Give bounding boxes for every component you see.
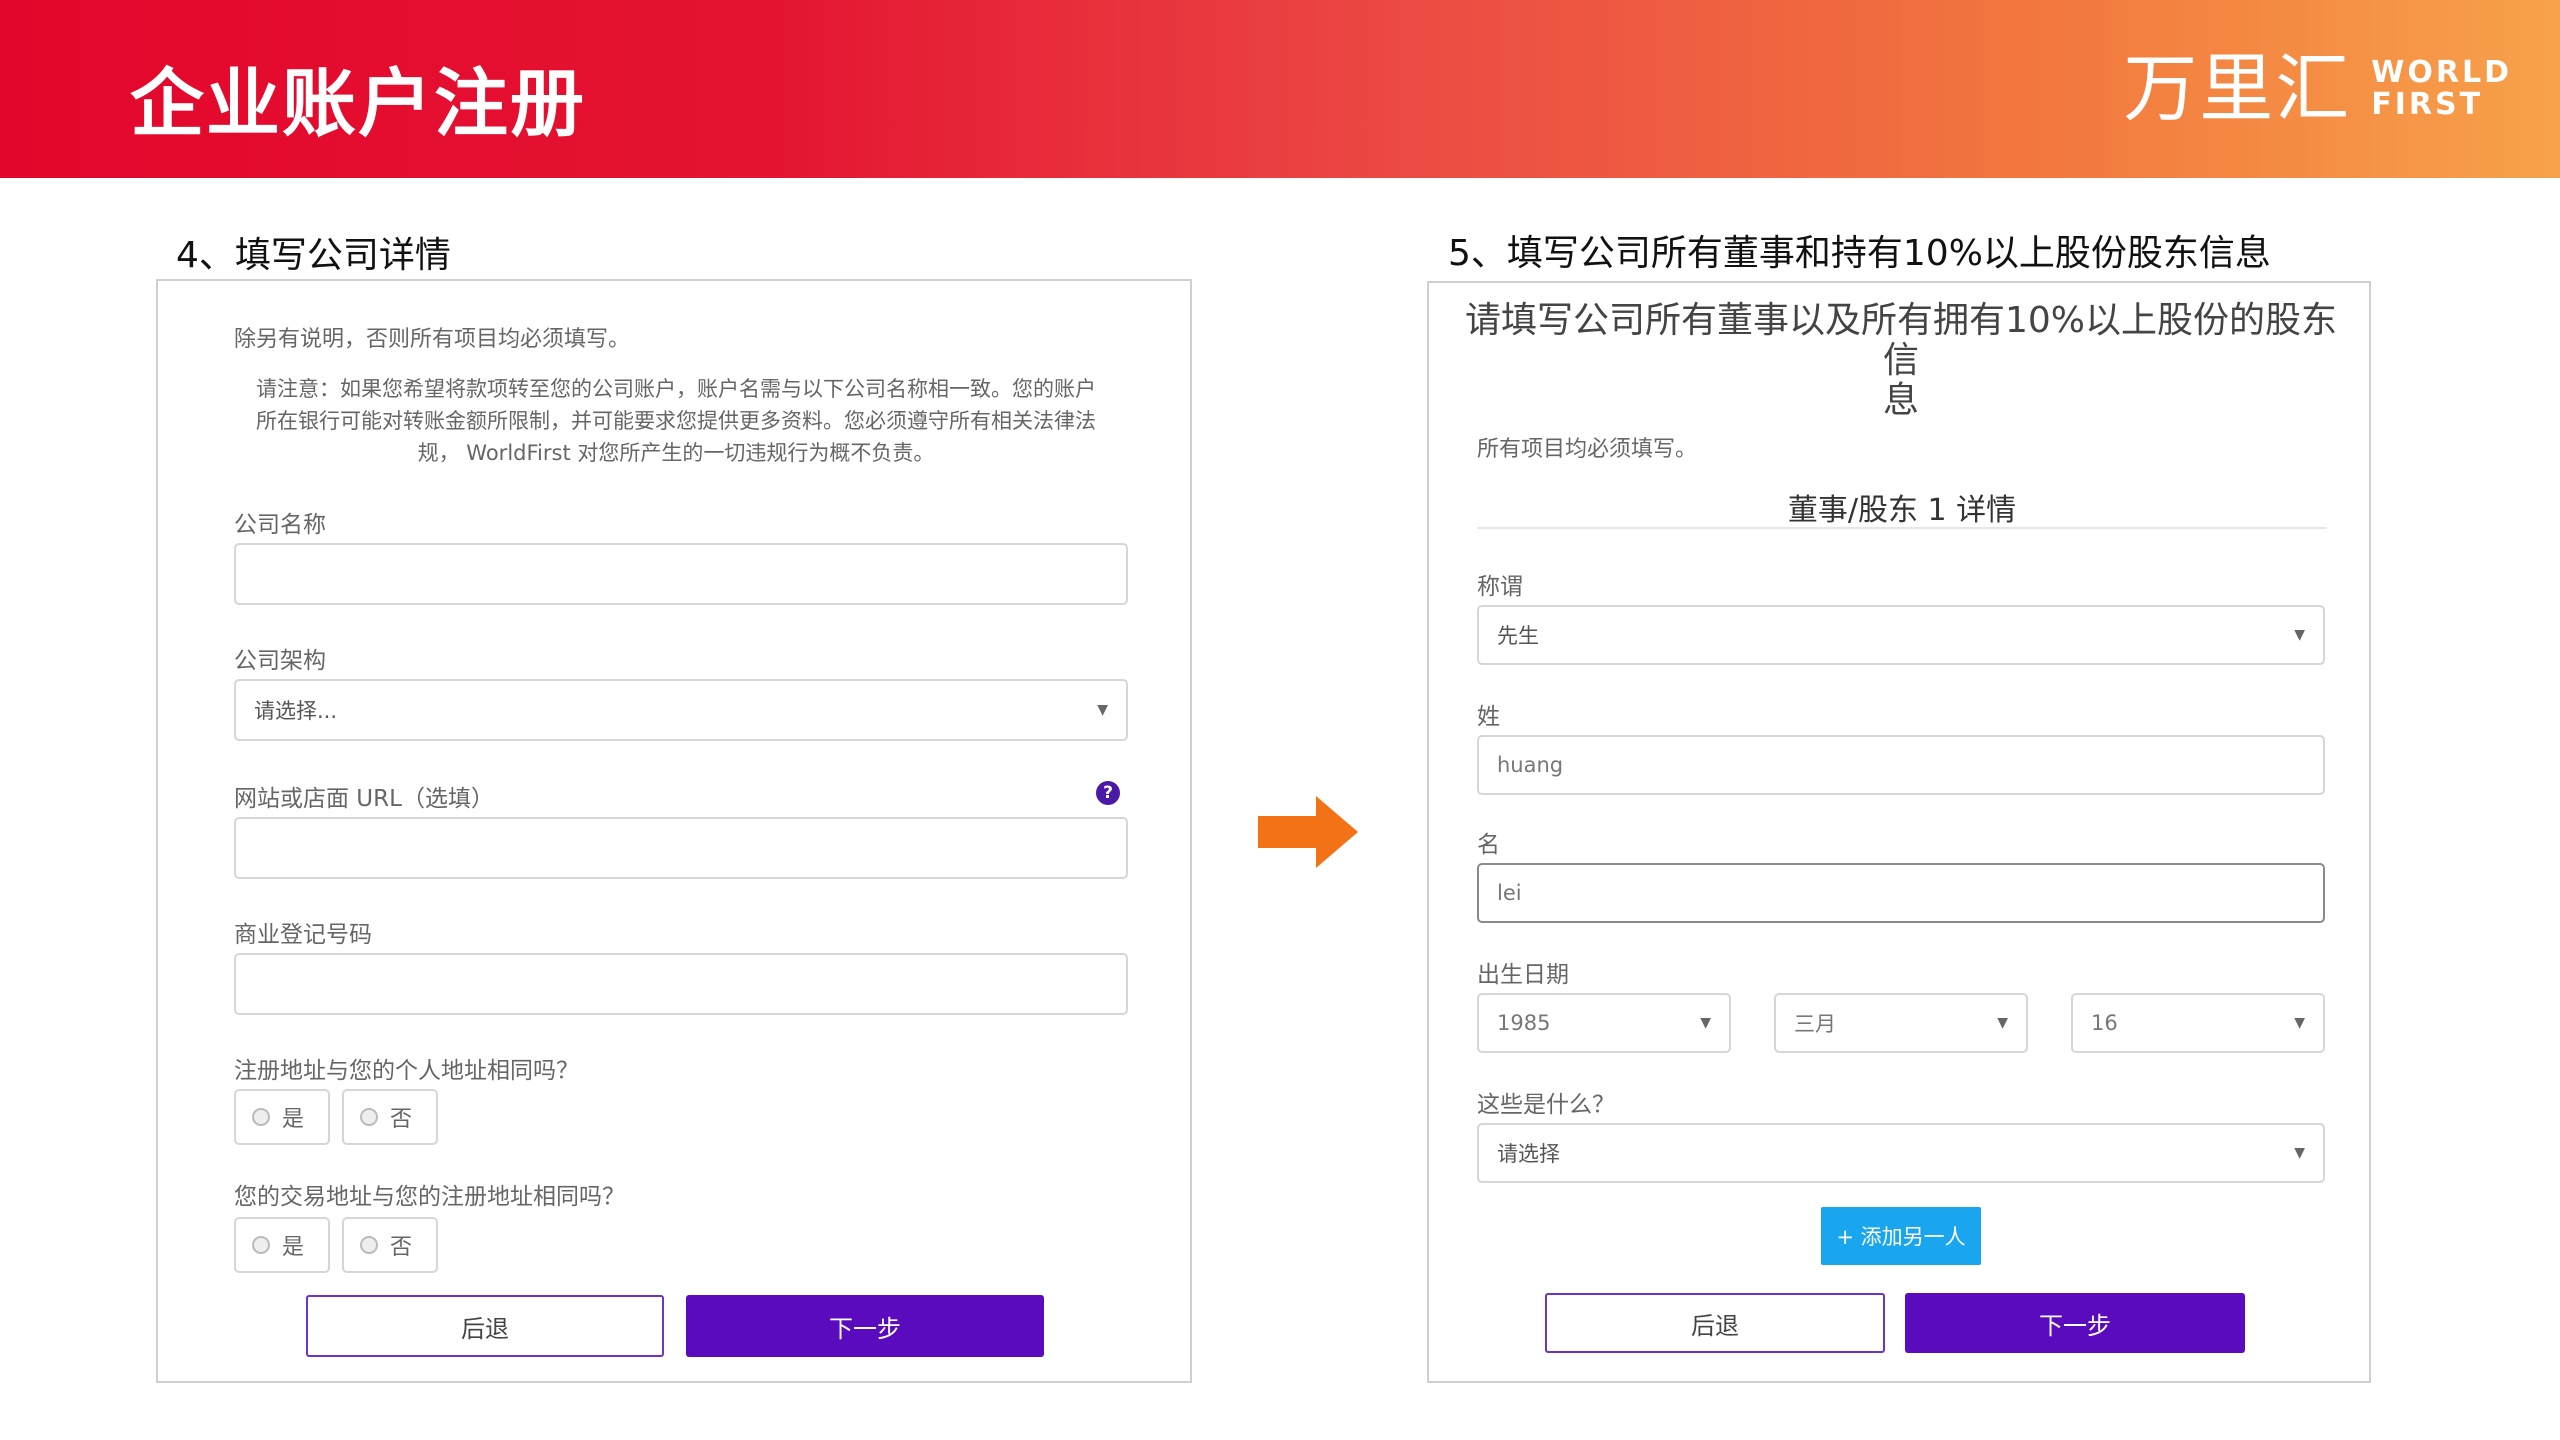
company-name-input[interactable] [234,543,1128,605]
dob-day-value: 16 [2091,1011,2118,1035]
right-arrow-icon [1258,796,1358,868]
salutation-select[interactable]: 先生 ▼ [1477,605,2325,665]
director-details-form: 请填写公司所有董事以及所有拥有10%以上股份的股东信 息 所有项目均必须填写。 … [1427,281,2371,1383]
required-note: 所有项目均必须填写。 [1477,437,1698,462]
registration-number-label: 商业登记号码 [234,922,372,948]
radio-circle-icon [252,1108,270,1126]
salutation-label: 称谓 [1477,574,1523,600]
radio-circle-icon [360,1236,378,1254]
dob-month-value: 三月 [1794,1012,1836,1036]
given-name-value: lei [1497,881,1522,905]
chevron-down-icon: ▼ [2294,1145,2305,1161]
company-structure-select[interactable]: 请选择... ▼ [234,679,1128,741]
trading-address-yes-radio[interactable]: 是 [234,1217,330,1273]
dob-month-select[interactable]: 三月 ▼ [1774,993,2028,1053]
logo-english-text: WORLD FIRST [2371,57,2512,121]
header-banner: 企业账户注册 万里汇 WORLD FIRST [0,0,2560,178]
worldfirst-logo: 万里汇 WORLD FIRST [2123,52,2512,126]
company-structure-label: 公司架构 [234,648,326,674]
same-address-yes-radio[interactable]: 是 [234,1089,330,1145]
same-address-no-radio[interactable]: 否 [342,1089,438,1145]
section-title: 董事/股东 1 详情 [1787,493,2017,528]
back-button[interactable]: 后退 [306,1295,664,1357]
notice-line-2: 所在银行可能对转账金额所限制，并可能要求您提供更多资料。您必须遵守所有相关法律法 [256,409,1096,433]
given-name-input[interactable]: lei [1477,863,2325,923]
dob-day-select[interactable]: 16 ▼ [2071,993,2325,1053]
surname-input[interactable]: huang [1477,735,2325,795]
company-name-label: 公司名称 [234,512,326,538]
yes-label: 是 [282,1107,305,1132]
salutation-value: 先生 [1497,624,1539,648]
trading-address-no-radio[interactable]: 否 [342,1217,438,1273]
step5-heading: 5、填写公司所有董事和持有10%以上股份股东信息 [1448,233,2271,274]
chevron-down-icon: ▼ [1700,1015,1711,1031]
add-another-person-button[interactable]: + 添加另一人 [1821,1207,1981,1265]
trading-address-question: 您的交易地址与您的注册地址相同吗？ [234,1184,625,1210]
back-button[interactable]: 后退 [1545,1293,1885,1353]
same-address-question: 注册地址与您的个人地址相同吗？ [234,1058,579,1084]
no-label: 否 [390,1235,413,1260]
company-details-form: 除另有说明，否则所有项目均必须填写。 请注意：如果您希望将款项转至您的公司账户，… [156,279,1192,1383]
step4-heading: 4、填写公司详情 [176,235,451,276]
website-label: 网站或店面 URL（选填） [234,786,494,812]
registration-number-input[interactable] [234,953,1128,1015]
role-label: 这些是什么？ [1477,1092,1615,1118]
role-value: 请选择 [1497,1142,1560,1166]
next-button[interactable]: 下一步 [686,1295,1044,1357]
notice-line-1: 请注意：如果您希望将款项转至您的公司账户，账户名需与以下公司名称相一致。您的账户 [256,377,1096,401]
dob-label: 出生日期 [1477,962,1569,988]
chevron-down-icon: ▼ [1997,1015,2008,1031]
radio-circle-icon [252,1236,270,1254]
chevron-down-icon: ▼ [1097,702,1108,718]
no-label: 否 [390,1107,413,1132]
notice-text: 请注意：如果您希望将款项转至您的公司账户，账户名需与以下公司名称相一致。您的账户… [226,373,1126,469]
required-intro: 除另有说明，否则所有项目均必须填写。 [234,327,631,352]
logo-english-line1: WORLD [2371,55,2512,90]
form-title-line-1: 请填写公司所有董事以及所有拥有10%以上股份的股东信 [1464,300,2338,381]
surname-value: huang [1497,753,1564,777]
next-button[interactable]: 下一步 [1905,1293,2245,1353]
chevron-down-icon: ▼ [2294,627,2305,643]
chevron-down-icon: ▼ [2294,1015,2305,1031]
given-name-label: 名 [1477,832,1500,858]
notice-line-3: 规， WorldFirst 对您所产生的一切违规行为概不负责。 [417,441,935,465]
page-title: 企业账户注册 [130,61,586,147]
dob-year-select[interactable]: 1985 ▼ [1477,993,1731,1053]
website-url-input[interactable] [234,817,1128,879]
form-title: 请填写公司所有董事以及所有拥有10%以上股份的股东信 息 [1451,301,2351,421]
dob-year-value: 1985 [1497,1011,1551,1035]
logo-chinese-text: 万里汇 [2123,46,2352,132]
surname-label: 姓 [1477,704,1500,730]
section-divider [1477,527,2327,529]
question-circle-icon[interactable]: ? [1096,781,1120,805]
logo-english-line2: FIRST [2371,87,2484,122]
company-structure-value: 请选择... [254,699,338,723]
radio-circle-icon [360,1108,378,1126]
form-title-line-2: 息 [1882,380,1919,421]
role-select[interactable]: 请选择 ▼ [1477,1123,2325,1183]
yes-label: 是 [282,1235,305,1260]
